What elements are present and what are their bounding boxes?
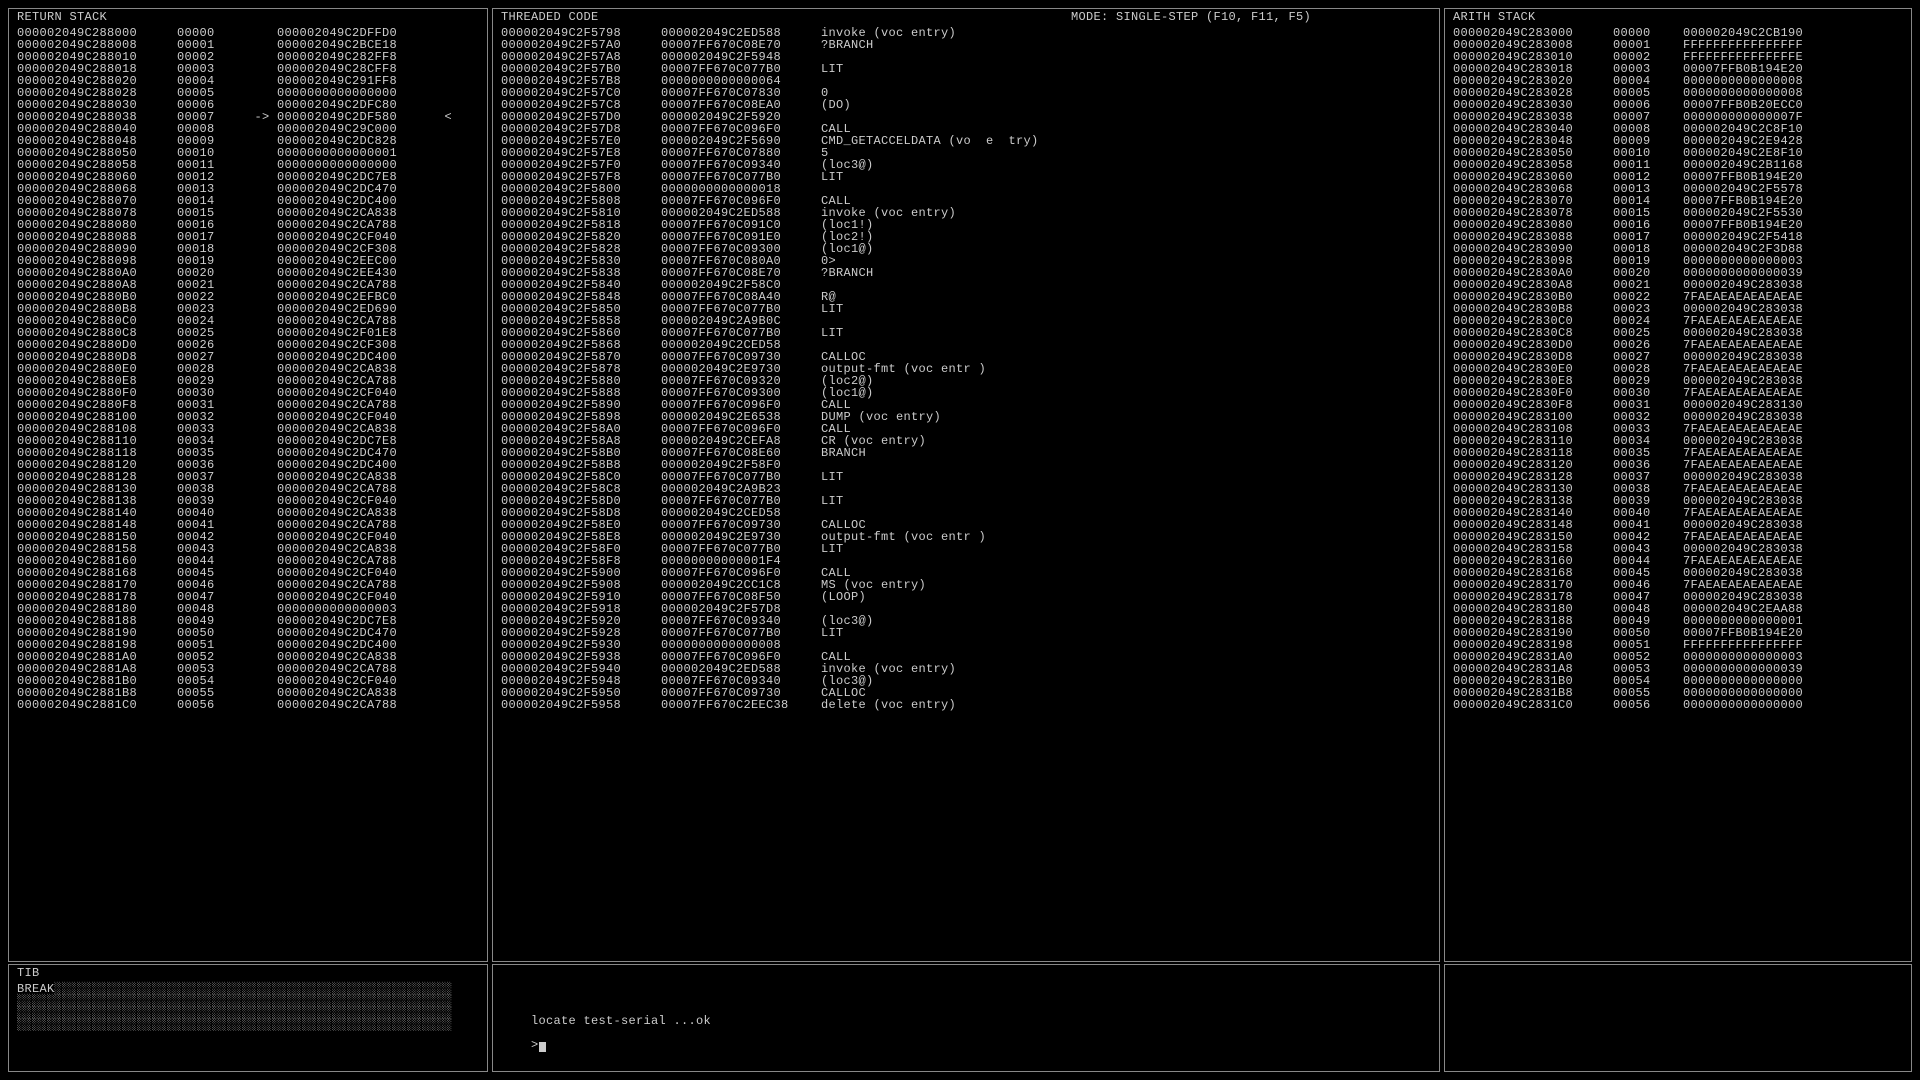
threaded-code-row: 000002049C2F582000007FF670C091E0 (loc2!) bbox=[501, 231, 1431, 243]
threaded-code-row: 000002049C2F57B80000000000000064 bbox=[501, 75, 1431, 87]
threaded-code-row: 000002049C2F58F800000000000001F4 bbox=[501, 555, 1431, 567]
console-body: locate test-serial ...ok > bbox=[493, 965, 1439, 1066]
threaded-code-row: 000002049C2F58D000007FF670C077B0 LIT bbox=[501, 495, 1431, 507]
console-prompt: > bbox=[531, 1038, 539, 1052]
threaded-code-row: 000002049C2F57C000007FF670C07830 0 bbox=[501, 87, 1431, 99]
threaded-code-row: 000002049C2F5918000002049C2F57D8 bbox=[501, 603, 1431, 615]
threaded-code-row: 000002049C2F5878000002049C2E9730 output-… bbox=[501, 363, 1431, 375]
threaded-code-row: 000002049C2F58000000000000000018 bbox=[501, 183, 1431, 195]
return-stack-body: 000002049C28800000000 000002049C2DFFD000… bbox=[9, 25, 487, 713]
arith-stack-title: ARITH STACK bbox=[1445, 9, 1911, 25]
threaded-code-row: 000002049C2F583000007FF670C080A0 0> bbox=[501, 255, 1431, 267]
threaded-code-header: THREADED CODE MODE: SINGLE-STEP (F10, F1… bbox=[493, 9, 1439, 25]
tib-panel: TIB BREAK░░░░░░░░░░░░░░░░░░░░░░░░░░░░░░░… bbox=[8, 964, 488, 1072]
threaded-code-row: 000002049C2F58B000007FF670C08E60 BRANCH bbox=[501, 447, 1431, 459]
threaded-code-row: 000002049C2F594800007FF670C09340 (loc3@) bbox=[501, 675, 1431, 687]
threaded-code-row: 000002049C2F5898000002049C2E6538 DUMP (v… bbox=[501, 411, 1431, 423]
threaded-code-row: 000002049C2F58A000007FF670C096F0 CALL bbox=[501, 423, 1431, 435]
threaded-code-row: 000002049C2F586000007FF670C077B0 LIT bbox=[501, 327, 1431, 339]
arith-stack-body: 000002049C28300000000 000002049C2CB19000… bbox=[1445, 25, 1911, 713]
cursor-icon bbox=[539, 1042, 546, 1052]
threaded-code-row: 000002049C2F5868000002049C2CED58 bbox=[501, 339, 1431, 351]
threaded-code-row: 000002049C2F57E0000002049C2F5690 CMD_GET… bbox=[501, 135, 1431, 147]
threaded-code-row: 000002049C2F57F000007FF670C09340 (loc3@) bbox=[501, 159, 1431, 171]
threaded-code-panel: THREADED CODE MODE: SINGLE-STEP (F10, F1… bbox=[492, 8, 1440, 962]
threaded-code-row: 000002049C2F588000007FF670C09320 (loc2@) bbox=[501, 375, 1431, 387]
threaded-code-row: 000002049C2F5908000002049C2CC1C8 MS (voc… bbox=[501, 579, 1431, 591]
threaded-code-row: 000002049C2F593800007FF670C096F0 CALL bbox=[501, 651, 1431, 663]
threaded-code-row: 000002049C2F591000007FF670C08F50 (LOOP) bbox=[501, 591, 1431, 603]
threaded-code-row: 000002049C2F57D0000002049C2F5920 bbox=[501, 111, 1431, 123]
console-panel[interactable]: locate test-serial ...ok > bbox=[492, 964, 1440, 1072]
threaded-code-row: 000002049C2F5940000002049C2ED588 invoke … bbox=[501, 663, 1431, 675]
threaded-code-row: 000002049C2F5858000002049C2A9B0C bbox=[501, 315, 1431, 327]
threaded-code-row: 000002049C2F58F000007FF670C077B0 LIT bbox=[501, 543, 1431, 555]
threaded-code-row: 000002049C2F583800007FF670C08E70 ?BRANCH bbox=[501, 267, 1431, 279]
threaded-code-title: THREADED CODE bbox=[501, 10, 599, 24]
return-stack-panel: RETURN STACK 000002049C28800000000 00000… bbox=[8, 8, 488, 962]
threaded-code-row: 000002049C2F5798000002049C2ED588 invoke … bbox=[501, 27, 1431, 39]
threaded-code-row: 000002049C2F592800007FF670C077B0 LIT bbox=[501, 627, 1431, 639]
threaded-code-row: 000002049C2F58C8000002049C2A9B23 bbox=[501, 483, 1431, 495]
console-output: locate test-serial ...ok bbox=[531, 1014, 711, 1028]
threaded-code-row: 000002049C2F57A000007FF670C08E70 ?BRANCH bbox=[501, 39, 1431, 51]
threaded-code-row: 000002049C2F581800007FF670C091C0 (loc1!) bbox=[501, 219, 1431, 231]
threaded-code-row: 000002049C2F5840000002049C2F58C0 bbox=[501, 279, 1431, 291]
tib-body: BREAK░░░░░░░░░░░░░░░░░░░░░░░░░░░░░░░░░░░… bbox=[9, 981, 487, 1033]
threaded-code-row: 000002049C2F58C000007FF670C077B0 LIT bbox=[501, 471, 1431, 483]
arith-stack-row: 000002049C2831C000056 0000000000000000 bbox=[1453, 699, 1903, 711]
threaded-code-row: 000002049C2F58A8000002049C2CEFA8 CR (voc… bbox=[501, 435, 1431, 447]
threaded-code-row: 000002049C2F58E8000002049C2E9730 output-… bbox=[501, 531, 1431, 543]
threaded-code-row: 000002049C2F584800007FF670C08A40 R@ bbox=[501, 291, 1431, 303]
threaded-code-row: 000002049C2F57E800007FF670C07880 5 bbox=[501, 147, 1431, 159]
threaded-code-row: 000002049C2F58B8000002049C2F58F0 bbox=[501, 459, 1431, 471]
threaded-code-row: 000002049C2F57F800007FF670C077B0 LIT bbox=[501, 171, 1431, 183]
threaded-code-row: 000002049C2F590000007FF670C096F0 CALL bbox=[501, 567, 1431, 579]
threaded-code-row: 000002049C2F5810000002049C2ED588 invoke … bbox=[501, 207, 1431, 219]
threaded-code-row: 000002049C2F580800007FF670C096F0 CALL bbox=[501, 195, 1431, 207]
threaded-code-body: 000002049C2F5798000002049C2ED588 invoke … bbox=[493, 25, 1439, 713]
threaded-code-row: 000002049C2F58D8000002049C2CED58 bbox=[501, 507, 1431, 519]
extra-panel bbox=[1444, 964, 1912, 1072]
threaded-code-row: 000002049C2F585000007FF670C077B0 LIT bbox=[501, 303, 1431, 315]
threaded-code-row: 000002049C2F595800007FF670C2EEC38 delete… bbox=[501, 699, 1431, 711]
return-stack-row: 000002049C2881C000056 000002049C2CA788 bbox=[17, 699, 479, 711]
arith-stack-panel: ARITH STACK 000002049C28300000000 000002… bbox=[1444, 8, 1912, 962]
threaded-code-row: 000002049C2F588800007FF670C09300 (loc1@) bbox=[501, 387, 1431, 399]
threaded-code-row: 000002049C2F582800007FF670C09300 (loc1@) bbox=[501, 243, 1431, 255]
threaded-code-row: 000002049C2F595000007FF670C09730 CALLOC bbox=[501, 687, 1431, 699]
threaded-code-row: 000002049C2F57B000007FF670C077B0 LIT bbox=[501, 63, 1431, 75]
threaded-code-row: 000002049C2F57C800007FF670C08EA0 (DO) bbox=[501, 99, 1431, 111]
threaded-code-row: 000002049C2F59300000000000000008 bbox=[501, 639, 1431, 651]
threaded-code-row: 000002049C2F57A8000002049C2F5948 bbox=[501, 51, 1431, 63]
return-stack-title: RETURN STACK bbox=[9, 9, 487, 25]
tib-title: TIB bbox=[9, 965, 487, 981]
threaded-code-row: 000002049C2F589000007FF670C096F0 CALL bbox=[501, 399, 1431, 411]
threaded-code-row: 000002049C2F592000007FF670C09340 (loc3@) bbox=[501, 615, 1431, 627]
mode-label: MODE: SINGLE-STEP (F10, F11, F5) bbox=[1071, 11, 1311, 23]
